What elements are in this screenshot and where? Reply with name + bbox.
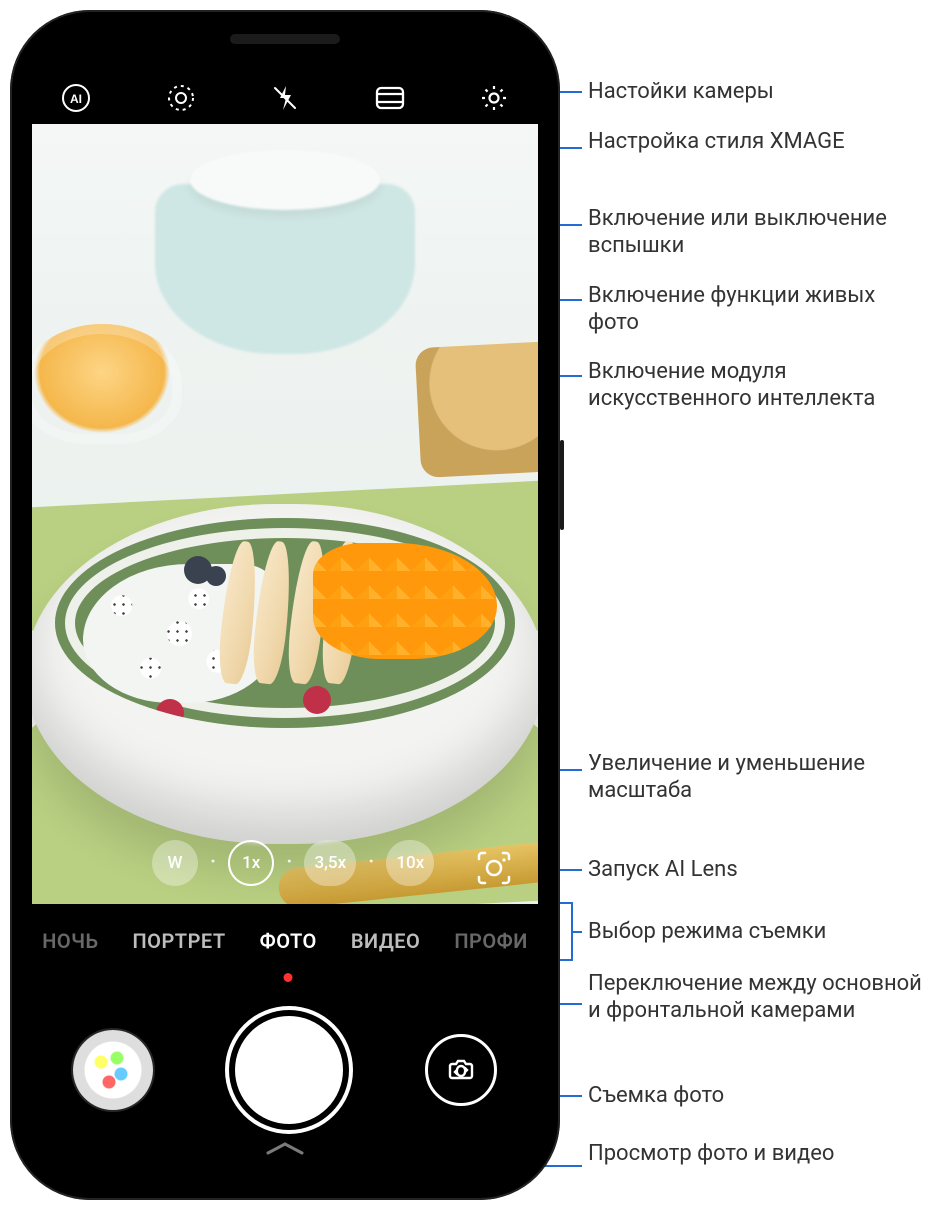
chevron-up-icon[interactable] [262,1138,308,1162]
mode-video[interactable]: ВИДЕО [351,929,420,953]
background-glass [32,324,182,444]
mode-night[interactable]: НОЧЬ [42,929,98,953]
raspberry [303,686,331,714]
phone-frame: AI [10,10,560,1200]
orange-cubes [313,543,497,659]
active-mode-indicator [284,973,293,982]
zoom-3-5x[interactable]: 3,5x [304,840,356,886]
label-settings: Настойки камеры [588,78,928,105]
bottom-controls [32,990,538,1150]
camera-viewfinder[interactable]: W · 1x · 3,5x · 10x [32,124,538,904]
gallery-thumbnail[interactable] [73,1030,153,1110]
zoom-1x[interactable]: 1x [228,840,274,886]
svg-text:AI: AI [70,92,82,106]
mode-photo[interactable]: ФОТО [260,929,317,953]
food-bowl [32,504,538,844]
label-flip: Переключение между основной и фронтально… [588,970,928,1024]
label-flash: Включение или выключение вспышки [588,205,928,259]
blueberries [184,556,212,584]
shutter-button[interactable] [235,1016,343,1124]
camera-top-bar: AI [32,78,538,118]
label-gallery: Просмотр фото и видео [588,1140,928,1167]
mode-portrait[interactable]: ПОРТРЕТ [132,929,225,953]
ai-master-icon[interactable]: AI [60,82,92,114]
phone-speaker [230,34,340,44]
label-ailens: Запуск AI Lens [588,856,928,883]
xmage-style-icon[interactable] [374,82,406,114]
mode-selector[interactable]: НОЧЬ ПОРТРЕТ ФОТО ВИДЕО ПРОФИ [32,914,538,968]
background-nuts-jar [415,340,538,478]
flash-off-icon[interactable] [269,82,301,114]
label-shutter: Съемка фото [588,1082,928,1109]
zoom-10x[interactable]: 10x [386,840,434,886]
settings-gear-icon[interactable] [478,82,510,114]
phone-screen: AI [32,60,538,1172]
zoom-controls: W · 1x · 3,5x · 10x [32,840,538,886]
label-modes: Выбор режима съемки [588,918,928,945]
background-pot [155,184,415,354]
live-photo-icon[interactable] [165,82,197,114]
zoom-wide[interactable]: W [152,840,198,886]
switch-camera-button[interactable] [425,1034,497,1106]
raspberry [156,699,184,727]
label-live: Включение функции живых фото [588,282,928,336]
mode-pro[interactable]: ПРОФИ [454,929,527,953]
label-zoom: Увеличение и уменьшение масштаба [588,750,928,804]
ai-lens-icon[interactable] [470,844,518,892]
label-ai: Включение модуля искусственного интеллек… [588,358,928,412]
mode-photo-label: ФОТО [260,929,317,953]
label-style: Настройка стиля XMAGE [588,128,928,155]
